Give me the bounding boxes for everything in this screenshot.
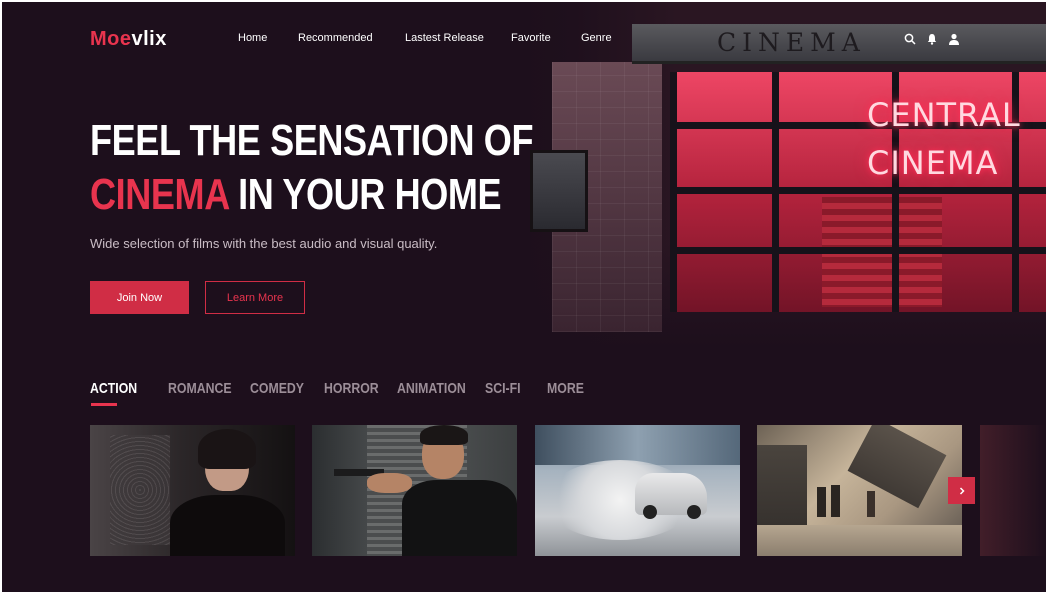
tab-more[interactable]: MORE [547,380,584,397]
tab-sci-fi[interactable]: SCI-FI [485,380,521,397]
card-ground [757,525,962,556]
tab-comedy[interactable]: COMEDY [250,380,304,397]
movie-card[interactable] [312,425,517,556]
learn-more-button[interactable]: Learn More [205,281,305,314]
page-frame: CINEMA CENTRAL CINEMA Moevlix Home Recom… [2,2,1046,592]
logo-rest: vlix [131,28,167,50]
card-person [817,487,826,517]
chevron-right-icon [959,486,965,495]
tab-animation[interactable]: ANIMATION [397,380,466,397]
brand-logo[interactable]: Moevlix [90,28,167,51]
bell-icon[interactable] [926,32,940,46]
tab-horror[interactable]: HORROR [324,380,379,397]
card-person [831,485,840,517]
search-icon[interactable] [904,32,918,46]
nav-home[interactable]: Home [238,32,267,44]
card-hair [198,429,256,469]
headline-line2: CINEMA IN YOUR HOME [90,168,533,222]
photo-neon-line1: CENTRAL [867,96,1021,134]
user-icon[interactable] [948,32,962,46]
headline-line2-rest: IN YOUR HOME [228,170,502,219]
card-hair [420,425,468,445]
movie-card[interactable] [757,425,962,556]
nav-recommended[interactable]: Recommended [298,32,373,44]
nav-favorite[interactable]: Favorite [511,32,551,44]
nav-genre[interactable]: Genre [581,32,612,44]
card-wheel [643,505,657,519]
headline-line1: FEEL THE SENSATION OF [90,116,534,165]
hero-cinema-photo: CINEMA CENTRAL CINEMA [522,2,1046,347]
next-card-peek [980,425,1046,556]
photo-mullion [670,187,1046,194]
hero-subtitle: Wide selection of films with the best au… [90,236,438,251]
nav-latest-release[interactable]: Lastest Release [405,32,484,44]
hero-headline: FEEL THE SENSATION OF CINEMA IN YOUR HOM… [90,114,534,222]
movie-card[interactable] [90,425,295,556]
tab-action[interactable]: ACTION [90,380,137,397]
card-hands [367,473,412,493]
join-now-button[interactable]: Join Now [90,281,189,314]
photo-mullion [670,247,1046,254]
card-wheel [687,505,701,519]
card-body [402,480,517,556]
photo-poster-frame [530,150,588,232]
card-body [170,495,285,556]
headline-accent: CINEMA [90,170,229,219]
carousel-next-button[interactable] [948,477,975,504]
active-tab-underline [91,403,117,406]
logo-accent: Moe [90,28,132,50]
card-background-texture [110,435,170,545]
photo-facade-sign: CINEMA [717,28,866,57]
card-buildings [535,425,740,465]
movie-card[interactable] [535,425,740,556]
photo-neon-line2: CINEMA [867,144,999,182]
tab-romance[interactable]: ROMANCE [168,380,232,397]
card-person [867,491,875,517]
card-debris [847,425,947,509]
